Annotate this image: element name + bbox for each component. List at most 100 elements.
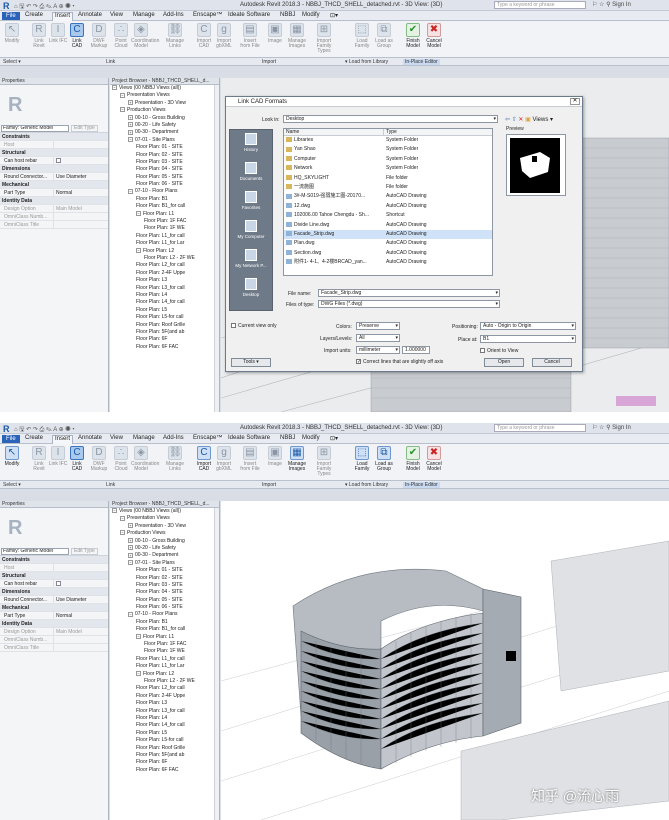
collapse-icon[interactable]: − (128, 136, 133, 142)
browser-node[interactable]: Floor Plan: B1 (110, 196, 219, 203)
family-select[interactable]: Family: Generic Model (1, 125, 69, 132)
load-as-group-button[interactable]: ⧉ Load as Group (374, 23, 394, 49)
file-row[interactable]: HQ_SKYLIGHT File folder (284, 174, 492, 183)
load-family-button[interactable]: ⬚ Load Family (352, 23, 372, 49)
place-at-select[interactable]: B1 ▾ (480, 335, 576, 343)
browser-node[interactable]: Floor Plan: 6F (110, 336, 219, 343)
name-column-header[interactable]: Name (284, 129, 384, 135)
collapse-icon[interactable]: − (128, 188, 133, 194)
browser-node[interactable]: −07-10 - Floor Plans (110, 188, 219, 195)
file-row[interactable]: Facade_Strip.dwg AutoCAD Drawing (284, 229, 492, 240)
browser-node[interactable]: − Floor Plan: L1 (110, 211, 219, 218)
modify-button[interactable]: ↖ Modify (2, 446, 22, 467)
place-desktop[interactable]: Desktop (230, 275, 272, 304)
browser-node[interactable]: Floor Plan: 04 - SITE (110, 589, 219, 596)
import-gbxml-button[interactable]: g Import gbXML (214, 23, 234, 49)
browser-node[interactable]: Floor Plan: 6F FAC (110, 767, 219, 774)
browser-scrollbar[interactable] (214, 508, 219, 820)
coordination-model-button[interactable]: ◈ Coordination Model (131, 446, 159, 472)
browser-node[interactable]: Floor Plan: B1_for call (110, 203, 219, 210)
sign-in-link[interactable]: ⚐ ☆ ⚲ Sign In (592, 1, 631, 8)
property-category[interactable]: Constraints (0, 133, 108, 141)
menu-enscape[interactable]: Enscape™ (193, 435, 222, 441)
search-input[interactable]: Type a keyword or phrase (494, 424, 586, 432)
manage-images-button[interactable]: ▦ Manage Images (287, 446, 307, 472)
menu-file[interactable]: File (2, 12, 20, 20)
file-row[interactable]: Yan Shao System Folder (284, 145, 492, 154)
revit-logo[interactable]: R (3, 424, 10, 434)
link-ifc-button[interactable]: I Link IFC (48, 446, 68, 467)
property-value[interactable]: Main Model (54, 628, 108, 635)
expand-icon[interactable]: + (128, 114, 133, 120)
browser-node[interactable]: − Presentation Views (110, 92, 219, 99)
file-row[interactable]: 3#-M-S019-强弱施工图-20170... AutoCAD Drawing (284, 192, 492, 201)
search-input[interactable]: Type a keyword or phrase (494, 1, 586, 9)
finish-model-button[interactable]: ✔ Finish Model (403, 446, 423, 472)
menu-ideate-software[interactable]: Ideate Software (228, 12, 270, 18)
browser-node[interactable]: Floor Plan: 02 - SITE (110, 152, 219, 159)
browser-node[interactable]: Floor Plan: L4_for call (110, 722, 219, 729)
import-gbxml-button[interactable]: g Import gbXML (214, 446, 234, 472)
browser-node[interactable]: Floor Plan: L3 (110, 700, 219, 707)
browser-node[interactable]: Floor Plan: L1_for Lar (110, 663, 219, 670)
browser-node[interactable]: − Production Views (110, 530, 219, 537)
panel-select[interactable]: Select ▾ (3, 482, 21, 488)
collapse-icon[interactable]: − (120, 107, 125, 113)
menu-create[interactable]: Create (25, 12, 43, 18)
browser-node[interactable]: Floor Plan: B1 (110, 619, 219, 626)
browser-node[interactable]: Floor Plan: L4_for call (110, 299, 219, 306)
browser-node[interactable]: Floor Plan: Roof Grille (110, 322, 219, 329)
property-category[interactable]: Structural (0, 149, 108, 157)
place-my-computer[interactable]: My Computer (230, 217, 272, 246)
view-3d-canvas[interactable] (221, 501, 669, 820)
browser-node[interactable]: Floor Plan: L2 - 2F WE (110, 255, 219, 262)
browser-node[interactable]: − Views (00 NBBJ Views (all)) (110, 85, 219, 92)
browser-node[interactable]: +00-10 - Gross Building (110, 538, 219, 545)
file-row[interactable]: 102006.00 Tahoe Chengdu - Sh... Shortcut (284, 211, 492, 220)
menu-add-ins[interactable]: Add-Ins (163, 435, 184, 441)
browser-node[interactable]: Floor Plan: L1_for Lar (110, 240, 219, 247)
property-value[interactable] (54, 636, 108, 643)
menu-nbbj[interactable]: NBBJ (280, 12, 295, 18)
dwf-markup-button[interactable]: D DWF Markup (89, 446, 109, 472)
edit-type-button[interactable]: Edit Type (71, 548, 98, 555)
file-row[interactable]: Network System Folder (284, 164, 492, 173)
menu-modify[interactable]: Modify (302, 12, 320, 18)
browser-node[interactable]: − Floor Plan: L1 (110, 634, 219, 641)
tools-button[interactable]: Tools ▾ (231, 358, 271, 367)
collapse-icon[interactable]: − (128, 611, 133, 617)
menu-view[interactable]: View (110, 12, 123, 18)
property-value[interactable] (54, 564, 108, 571)
can-host-rebar-checkbox[interactable] (56, 581, 61, 587)
file-row[interactable]: Computer System Folder (284, 155, 492, 164)
manage-images-button[interactable]: ▦ Manage Images (287, 23, 307, 49)
insert-from-file-button[interactable]: ▤ Insert from File (240, 446, 260, 472)
browser-node[interactable]: − Floor Plan: L2 (110, 248, 219, 255)
property-value[interactable] (54, 141, 108, 148)
browser-node[interactable]: Floor Plan: 1F WE (110, 225, 219, 232)
cancel-model-button[interactable]: ✖ Cancel Model (424, 446, 444, 472)
menu-[interactable]: ⊡▾ (330, 435, 338, 442)
place-my-network-p[interactable]: My Network P... (230, 246, 272, 275)
browser-node[interactable]: Floor Plan: L4 (110, 715, 219, 722)
menu-insert[interactable]: Insert (52, 12, 74, 21)
menu-annotate[interactable]: Annotate (78, 12, 102, 18)
browser-node[interactable]: + Presentation - 3D View (110, 100, 219, 107)
place-history[interactable]: History (230, 130, 272, 159)
menu-enscape[interactable]: Enscape™ (193, 12, 222, 18)
browser-node[interactable]: Floor Plan: 6F (110, 759, 219, 766)
layers-select[interactable]: All ▾ (356, 334, 400, 342)
correct-lines-checkbox[interactable]: Correct lines that are slightly off axis (356, 359, 443, 365)
browser-node[interactable]: Floor Plan: 04 - SITE (110, 166, 219, 173)
file-row[interactable]: Plan.dwg AutoCAD Drawing (284, 239, 492, 248)
dwf-markup-button[interactable]: D DWF Markup (89, 23, 109, 49)
browser-node[interactable]: Floor Plan: 1F WE (110, 648, 219, 655)
expand-icon[interactable]: + (128, 122, 133, 128)
browser-node[interactable]: +00-20 - Life Safety (110, 545, 219, 552)
menu-view[interactable]: View (110, 435, 123, 441)
property-value[interactable]: Use Diameter (54, 596, 108, 603)
type-column-header[interactable]: Type (384, 129, 397, 135)
menu-ideate-software[interactable]: Ideate Software (228, 435, 270, 441)
place-documents[interactable]: Documents (230, 159, 272, 188)
browser-node[interactable]: Floor Plan: 05 - SITE (110, 597, 219, 604)
